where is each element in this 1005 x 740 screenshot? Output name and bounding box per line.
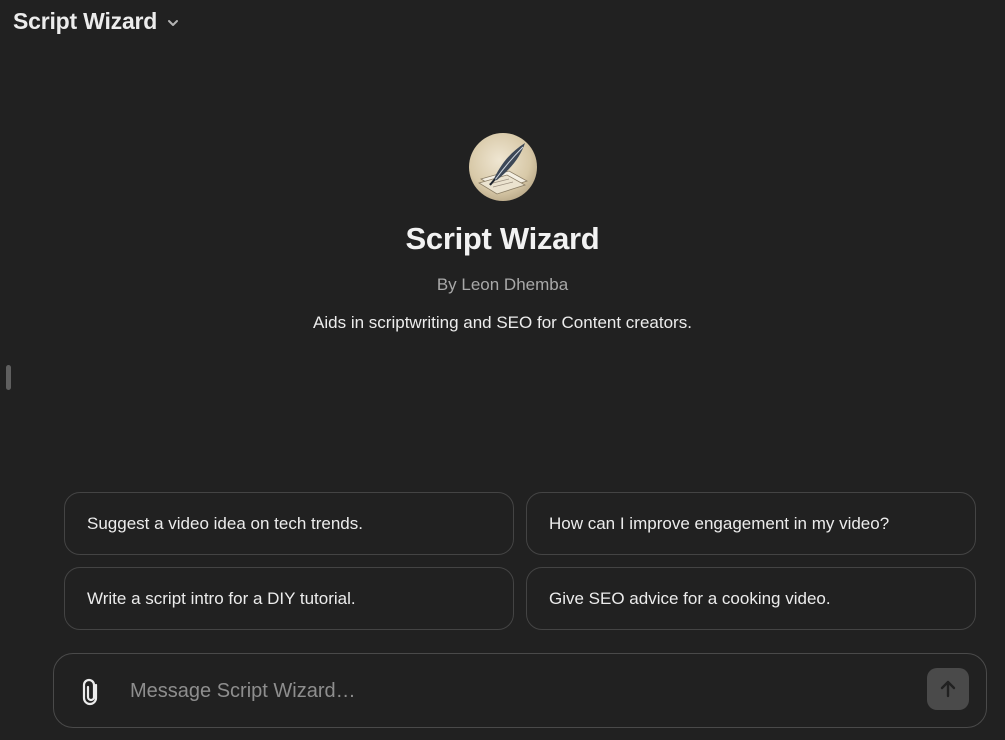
suggestion-card[interactable]: Give SEO advice for a cooking video. [526,567,976,630]
chevron-down-icon [168,20,179,26]
gpt-description: Aids in scriptwriting and SEO for Conten… [313,313,692,332]
gpt-author[interactable]: By Leon Dhemba [437,275,568,295]
sidebar-resize-handle[interactable] [6,365,11,390]
send-button[interactable] [927,668,969,710]
gpt-name: Script Wizard [405,221,600,256]
suggestion-grid: Suggest a video idea on tech trends. How… [64,492,976,630]
gpt-avatar [468,133,537,201]
suggestion-card[interactable]: How can I improve engagement in my video… [526,492,976,555]
gpt-switcher[interactable]: Script Wizard [13,8,181,35]
message-input[interactable] [130,672,910,710]
suggestion-card[interactable]: Write a script intro for a DIY tutorial. [64,567,514,630]
header-title: Script Wizard [13,8,158,34]
arrow-up-icon [940,680,956,698]
gpt-profile: Script Wizard By Leon Dhemba Aids in scr… [0,133,1005,333]
chat-page: Script Wizard Script Wizard By Leon Dhem… [0,0,1005,740]
suggestion-card[interactable]: Suggest a video idea on tech trends. [64,492,514,555]
paperclip-icon[interactable] [80,678,106,706]
quill-pen-avatar [477,143,528,195]
message-composer [53,653,987,728]
